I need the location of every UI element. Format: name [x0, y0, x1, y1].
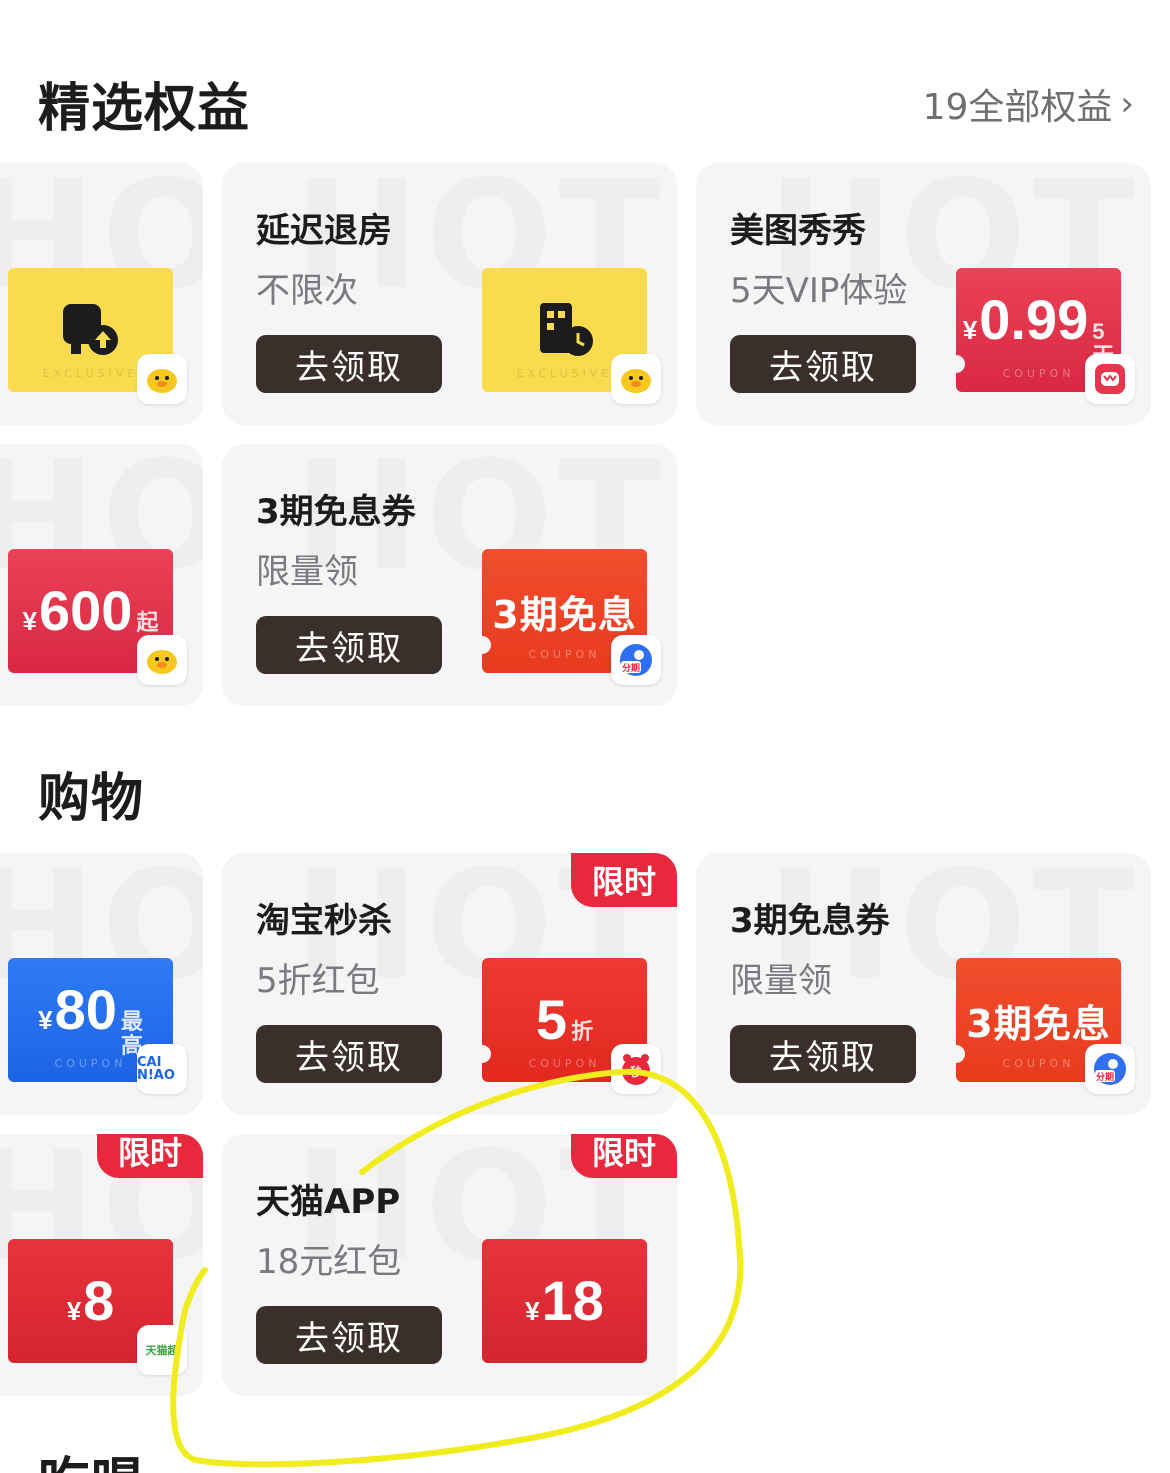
claim-button[interactable]: 去领取	[256, 335, 442, 393]
benefit-card-partial-2[interactable]: HOT ¥ 600 起	[0, 444, 203, 706]
fenqi-label: 分期	[1096, 1071, 1114, 1083]
yen-symbol: ¥	[66, 1296, 82, 1326]
suffix-line-1: 起	[136, 610, 159, 635]
price-suffix: 折	[571, 1019, 594, 1044]
card-subtitle: 限量领	[256, 552, 358, 592]
taobao-flash-sale-icon: 秒	[611, 1044, 661, 1094]
coupon-installment-2: 3期免息 COUPON 分期	[947, 958, 1135, 1094]
price-value: 0.99	[979, 287, 1089, 351]
card-subtitle: 18元红包	[256, 1242, 402, 1282]
coupon-price: 5 折	[536, 992, 593, 1048]
fliggy-duck-icon	[137, 635, 187, 685]
coupon-yellow-checkout: EXCLUSIVE	[482, 268, 661, 404]
card-title: 天猫APP	[256, 1182, 401, 1222]
coupon-yellow-upgrade: EXCLUSIVE	[8, 268, 187, 404]
card-subtitle: 限量领	[730, 961, 832, 1001]
coupon-installment: 3期免息 COUPON 分期	[473, 549, 661, 685]
coupon-price: ¥ 80 最 高	[38, 977, 143, 1058]
card-title: 3期免息券	[256, 492, 416, 532]
suffix-line-1: 5	[1092, 318, 1105, 344]
shopping-card-tmall-app[interactable]: HOT 限时 天猫APP 18元红包 去领取 ¥ 18	[222, 1134, 677, 1396]
shopping-card-partial-2[interactable]: HOT 限时 ¥ 8 天猫超	[0, 1134, 203, 1396]
claim-button[interactable]: 去领取	[256, 616, 442, 674]
price-value: 18	[541, 1269, 604, 1332]
yen-symbol: ¥	[22, 606, 37, 636]
section-title-featured: 精选权益	[38, 79, 251, 139]
fenqi-label: 分期	[622, 662, 640, 674]
suffix-line-1: 折	[571, 1019, 594, 1044]
coupon-taobao: 5 折 COUPON 秒	[473, 958, 661, 1094]
benefit-card-meitu[interactable]: HOT 美图秀秀 5天VIP体验 去领取 ¥ 0.99 5 天 COUPON	[696, 163, 1151, 425]
claim-button[interactable]: 去领取	[256, 1025, 442, 1083]
benefit-card-installment[interactable]: HOT 3期免息券 限量领 去领取 3期免息 COUPON 分期	[222, 444, 677, 706]
fliggy-duck-icon	[611, 354, 661, 404]
price-value: 5	[535, 988, 568, 1051]
tmall-supermarket-icon: 天猫超	[137, 1325, 187, 1375]
coupon-price: ¥ 600 起	[23, 583, 159, 639]
limited-time-tag: 限时	[97, 1134, 203, 1178]
yen-symbol: ¥	[38, 1004, 53, 1035]
coupon-meitu: ¥ 0.99 5 天 COUPON	[947, 268, 1135, 404]
card-title: 美图秀秀	[730, 211, 866, 251]
coupon-tmall-8: ¥ 8 天猫超	[8, 1239, 187, 1375]
card-subtitle: 不限次	[256, 271, 358, 311]
coupon-price: ¥ 18	[525, 1273, 604, 1329]
claim-button[interactable]: 去领取	[730, 1025, 916, 1083]
card-title: 3期免息券	[730, 901, 890, 941]
yen-symbol: ¥	[962, 314, 978, 345]
price-value: 8	[83, 1269, 115, 1332]
price-value: 600	[39, 579, 133, 642]
yen-symbol: ¥	[525, 1296, 540, 1326]
shopping-card-installment[interactable]: HOT 3期免息券 限量领 去领取 3期免息 COUPON 分期	[696, 853, 1151, 1115]
section-title-shopping: 购物	[38, 769, 145, 829]
limited-time-tag: 限时	[571, 1134, 677, 1178]
chevron-right-icon: ›	[1120, 84, 1134, 124]
hotel-clock-icon	[539, 303, 593, 356]
claim-button[interactable]: 去领取	[256, 1306, 442, 1364]
price-suffix: 起	[136, 610, 159, 635]
room-upgrade-icon	[62, 304, 118, 355]
card-subtitle: 5折红包	[256, 961, 380, 1001]
coupon-cainiao: ¥ 80 最 高 COUPON CAI N!AO	[8, 958, 187, 1094]
coupon-600: ¥ 600 起	[8, 549, 187, 685]
benefit-card-late-checkout[interactable]: HOT 延迟退房 不限次 去领取 EXCLUSIVE	[222, 163, 677, 425]
fenqi-app-icon: 分期	[611, 635, 661, 685]
card-subtitle: 5天VIP体验	[730, 271, 908, 311]
coupon-text: 3期免息	[492, 592, 637, 637]
price-value: 80	[54, 977, 117, 1041]
see-all-benefits-link[interactable]: 19全部权益 ›	[923, 78, 1134, 130]
claim-button[interactable]: 去领取	[730, 335, 916, 393]
miao-label: 秒	[630, 1064, 642, 1079]
card-title: 延迟退房	[256, 211, 392, 251]
fenqi-app-icon: 分期	[1085, 1044, 1135, 1094]
coupon-tmall-18: ¥ 18	[482, 1239, 647, 1363]
limited-time-tag: 限时	[571, 853, 677, 907]
fliggy-duck-icon	[137, 354, 187, 404]
coupon-text: 3期免息	[966, 1001, 1111, 1046]
shopping-card-partial-1[interactable]: HOT ¥ 80 最 高 COUPON CAI N!AO	[0, 853, 203, 1115]
meitu-app-icon	[1085, 354, 1135, 404]
section-title-food: 吃喝	[38, 1440, 144, 1473]
coupon-price: ¥ 8	[67, 1273, 115, 1329]
card-title: 淘宝秒杀	[256, 901, 392, 941]
cainiao-logo-icon: CAI N!AO	[137, 1044, 187, 1094]
suffix-line-1: 最	[120, 1008, 143, 1034]
shopping-card-taobao-flash[interactable]: HOT 限时 淘宝秒杀 5折红包 去领取 5 折 COUPON 秒	[222, 853, 677, 1115]
benefit-card-partial-1[interactable]: HOT EXCLUSIVE	[0, 163, 203, 425]
see-all-label: 19全部权益	[922, 87, 1113, 128]
